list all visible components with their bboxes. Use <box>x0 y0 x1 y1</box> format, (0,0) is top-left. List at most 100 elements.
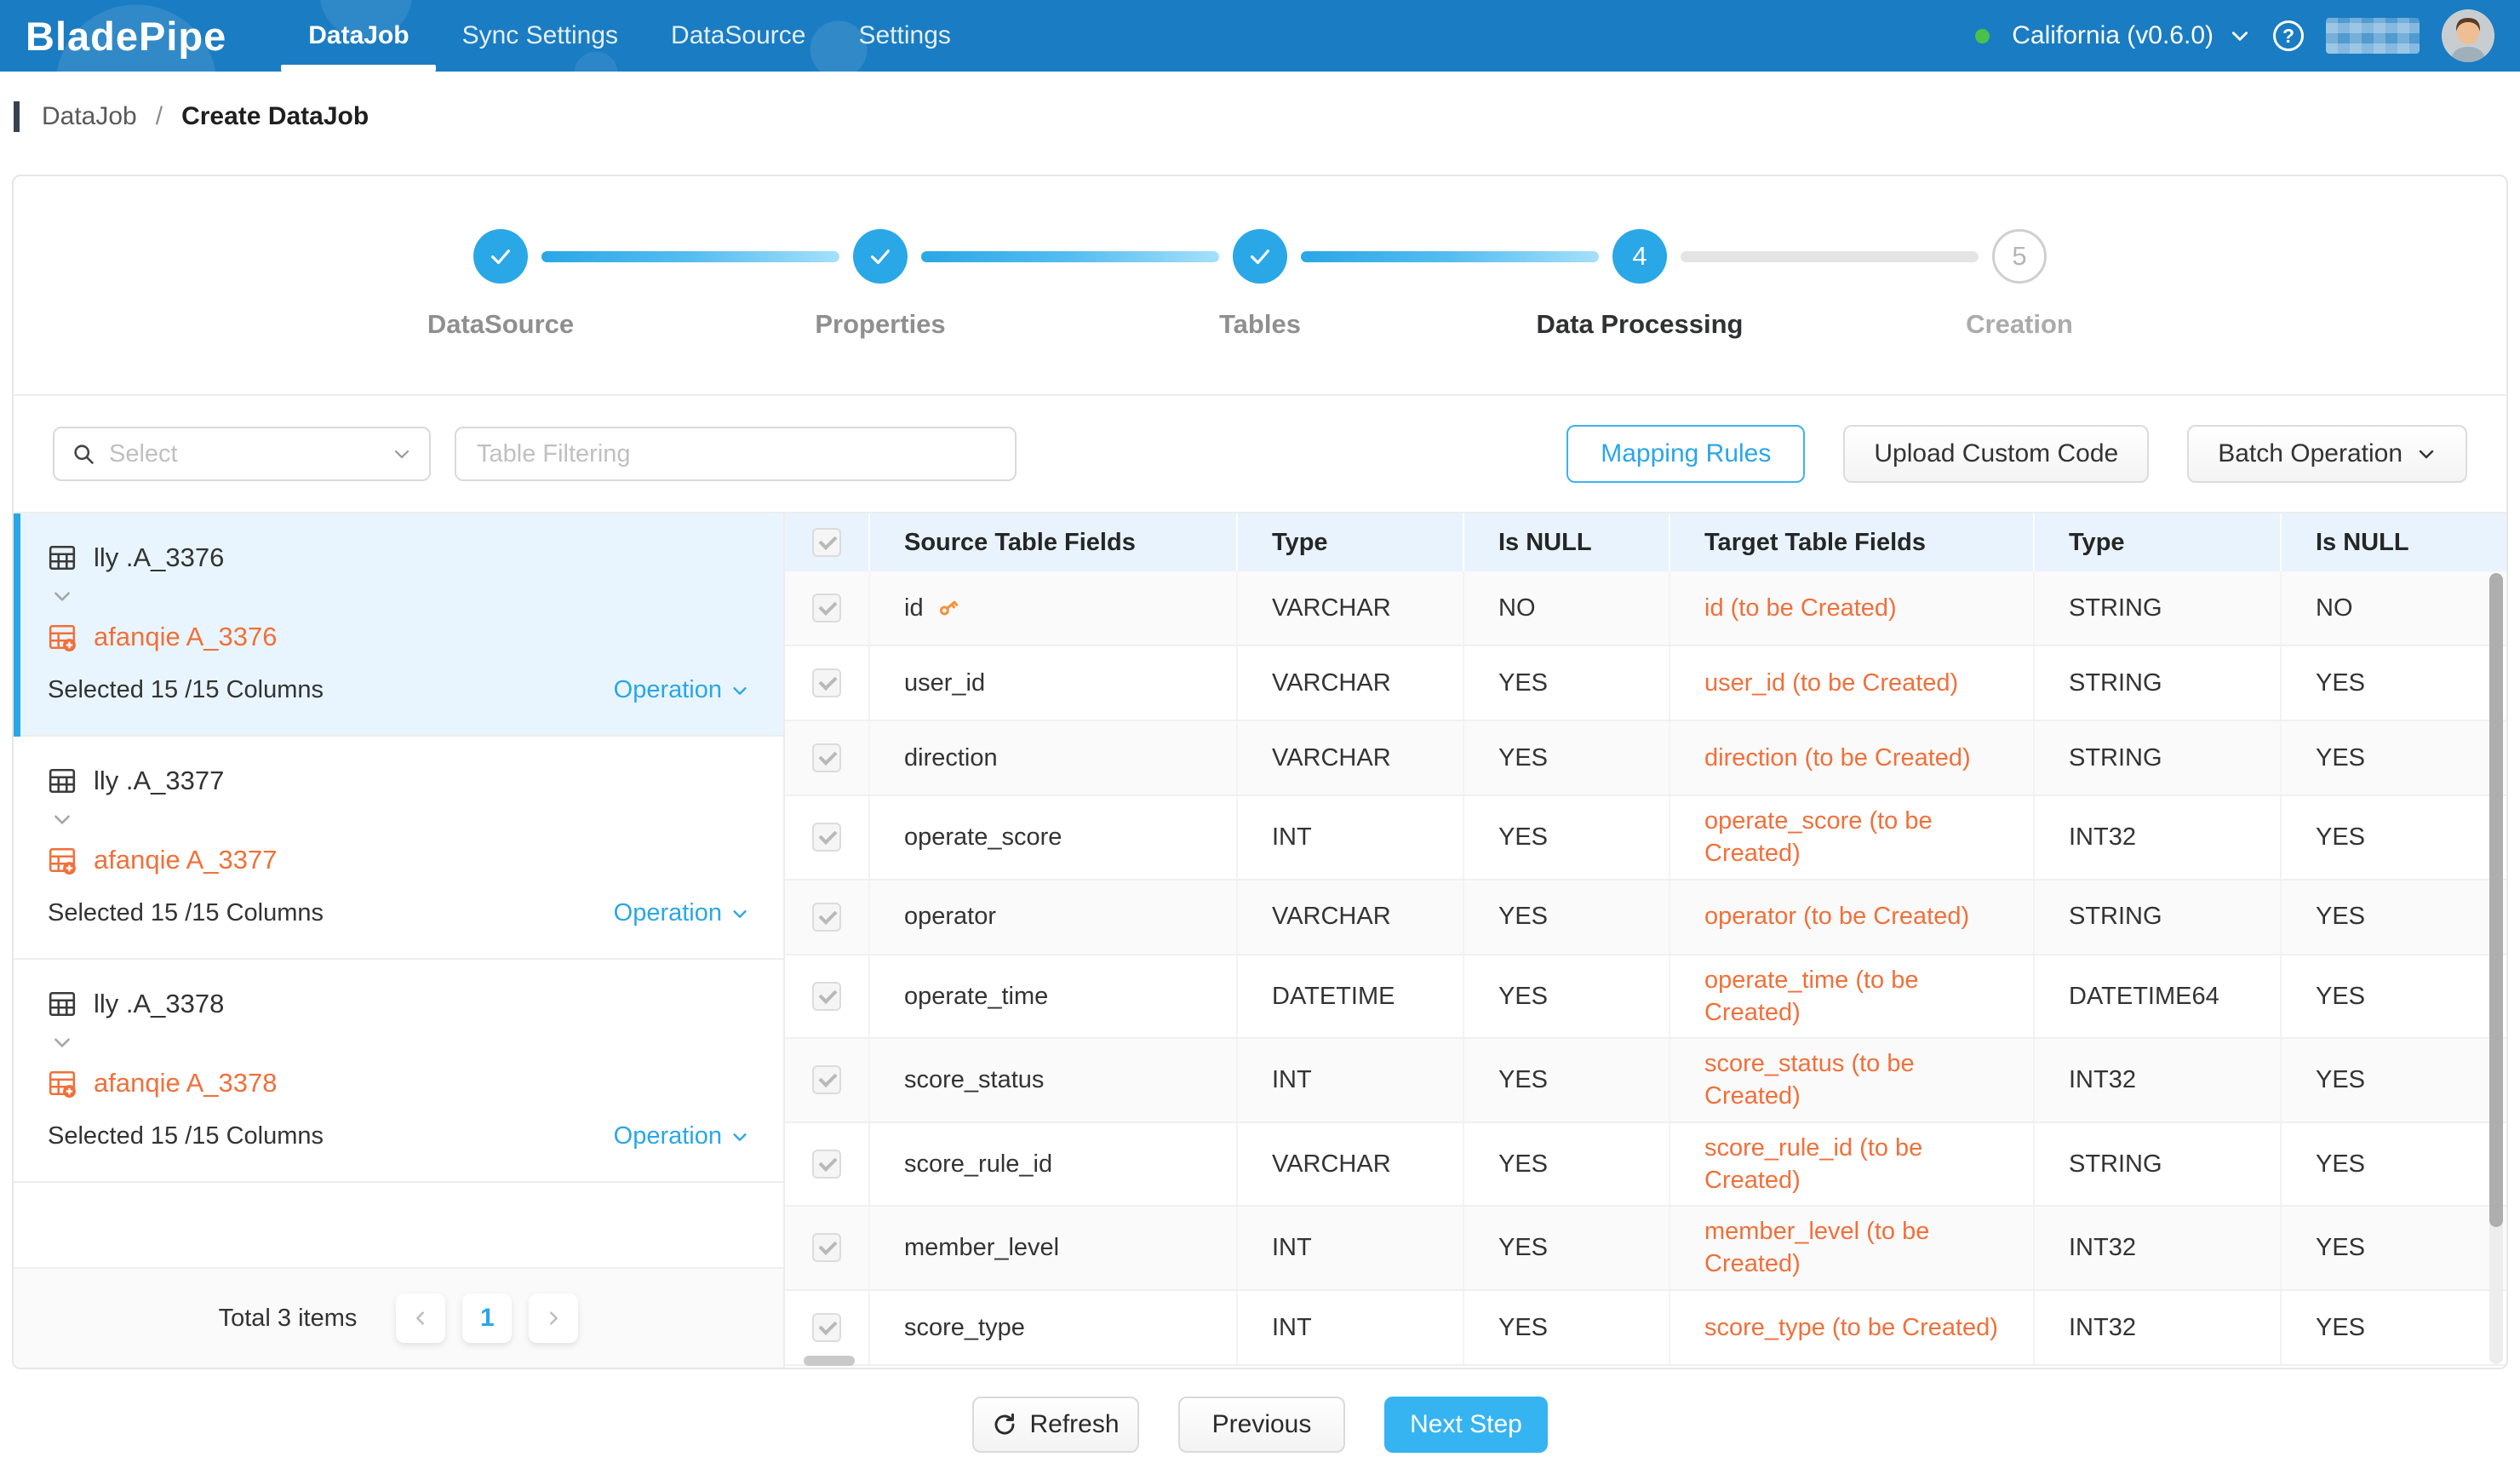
target-table-row: afanqie A_3376 <box>48 622 749 652</box>
row-checkbox[interactable] <box>812 1150 841 1179</box>
target-field-cell[interactable]: score_rule_id (to be Created) <box>1670 1123 2035 1206</box>
target-field-cell[interactable]: direction (to be Created) <box>1670 721 2035 794</box>
target-field-cell[interactable]: operator (to be Created) <box>1670 881 2035 954</box>
main-card: DataSource Properties Tables 4 Data Proc… <box>12 175 2508 1369</box>
source-field-cell: score_rule_id <box>870 1123 1238 1206</box>
table-list-sidebar: lly .A_3376 <box>14 513 785 1368</box>
row-checkbox[interactable] <box>812 1313 841 1342</box>
main-menu: DataJob Sync Settings DataSource Setting… <box>308 0 951 72</box>
source-isnull-cell: YES <box>1464 1207 1670 1289</box>
upload-custom-code-button[interactable]: Upload Custom Code <box>1843 425 2149 483</box>
table-row: score_type INT YES <box>785 1291 2506 1366</box>
pagination-prev-button[interactable] <box>396 1294 445 1343</box>
source-field-cell: operate_score <box>870 796 1238 879</box>
step-datasource: DataSource <box>473 229 528 284</box>
target-isnull-cell: YES <box>2282 1207 2506 1289</box>
row-checkbox-cell <box>785 1291 870 1364</box>
step-connector <box>921 251 1219 262</box>
nav-item-settings[interactable]: Settings <box>858 0 950 72</box>
region-selector[interactable]: California (v0.6.0) <box>2012 21 2251 50</box>
chevron-down-icon <box>51 808 73 830</box>
row-checkbox[interactable] <box>812 594 841 622</box>
map-direction-chevron[interactable] <box>51 808 749 835</box>
field-mapping-table: Source Table Fields Type Is NULL Target … <box>785 513 2506 1368</box>
row-checkbox[interactable] <box>812 982 841 1011</box>
target-isnull-cell: YES <box>2282 646 2506 720</box>
search-icon <box>72 442 95 466</box>
operation-dropdown[interactable]: Operation <box>614 899 749 927</box>
table-pair-item[interactable]: lly .A_3378 <box>14 960 783 1183</box>
select-all-checkbox[interactable] <box>812 528 841 557</box>
target-type-cell: INT32 <box>2035 1291 2282 1364</box>
step-number-circle: 4 <box>1612 229 1667 284</box>
next-step-button[interactable]: Next Step <box>1384 1397 1548 1453</box>
batch-operation-button[interactable]: Batch Operation <box>2187 425 2467 483</box>
target-field-cell[interactable]: id (to be Created) <box>1670 571 2035 645</box>
chevron-left-icon <box>411 1309 430 1328</box>
row-checkbox[interactable] <box>812 668 841 697</box>
source-type-cell: DATETIME <box>1238 955 1464 1038</box>
target-field-cell[interactable]: operate_time (to be Created) <box>1670 955 2035 1038</box>
step-creation: 5 Creation <box>1992 229 2047 284</box>
source-table-icon <box>48 766 77 795</box>
target-field-cell[interactable]: score_status (to be Created) <box>1670 1039 2035 1121</box>
step-check-circle <box>853 229 908 284</box>
source-table-icon <box>48 543 77 572</box>
nav-item-datasource[interactable]: DataSource <box>671 0 805 72</box>
refresh-button[interactable]: Refresh <box>972 1397 1139 1453</box>
help-icon[interactable]: ? <box>2273 20 2304 51</box>
row-checkbox[interactable] <box>812 823 841 852</box>
target-type-cell: INT32 <box>2035 796 2282 879</box>
horizontal-scrollbar-thumb[interactable] <box>804 1356 855 1366</box>
pagination-page-1[interactable]: 1 <box>462 1294 512 1343</box>
target-table-add-icon <box>48 1069 77 1098</box>
table-list: lly .A_3376 <box>14 513 783 1183</box>
mapping-rules-button[interactable]: Mapping Rules <box>1566 425 1805 483</box>
row-checkbox-cell <box>785 571 870 645</box>
map-direction-chevron[interactable] <box>51 585 749 611</box>
step-properties: Properties <box>853 229 908 284</box>
table-filter-input[interactable] <box>455 427 1017 481</box>
target-field-cell[interactable]: operate_score (to be Created) <box>1670 796 2035 879</box>
table-body: id VARCHAR NO <box>785 571 2506 1366</box>
map-direction-chevron[interactable] <box>51 1031 749 1058</box>
breadcrumb-parent[interactable]: DataJob <box>42 102 137 131</box>
table-row: score_rule_id VARCHAR Y <box>785 1123 2506 1208</box>
vertical-scrollbar-thumb[interactable] <box>2489 573 2503 1227</box>
previous-button[interactable]: Previous <box>1178 1397 1345 1453</box>
table-row: member_level INT YES <box>785 1207 2506 1291</box>
selected-columns-info: Selected 15 /15 Columns <box>48 899 324 927</box>
target-type-cell: STRING <box>2035 881 2282 954</box>
step-connector <box>1301 251 1599 262</box>
row-checkbox[interactable] <box>812 1065 841 1094</box>
avatar[interactable] <box>2442 9 2494 62</box>
row-checkbox[interactable] <box>812 903 841 932</box>
table-row: operate_score INT YES <box>785 796 2506 881</box>
target-field-cell[interactable]: score_type (to be Created) <box>1670 1291 2035 1364</box>
row-checkbox[interactable] <box>812 743 841 772</box>
row-checkbox-cell <box>785 1207 870 1289</box>
target-type-cell: STRING <box>2035 1123 2282 1206</box>
header-source-fields: Source Table Fields <box>870 513 1238 571</box>
wizard-stepper: DataSource Properties Tables 4 Data Proc… <box>14 176 2506 396</box>
source-field-cell: operator <box>870 881 1238 954</box>
target-table-add-icon <box>48 622 77 651</box>
select-dropdown[interactable]: Select <box>53 427 431 481</box>
target-field-cell[interactable]: member_level (to be Created) <box>1670 1207 2035 1289</box>
refresh-icon <box>992 1412 1017 1437</box>
target-field-cell[interactable]: user_id (to be Created) <box>1670 646 2035 720</box>
source-isnull-cell: YES <box>1464 721 1670 794</box>
operation-dropdown[interactable]: Operation <box>614 1122 749 1150</box>
target-isnull-cell: YES <box>2282 1039 2506 1121</box>
table-pair-item[interactable]: lly .A_3376 <box>14 513 783 737</box>
nav-item-datajob[interactable]: DataJob <box>308 0 409 72</box>
source-table-row: lly .A_3377 <box>48 766 749 796</box>
step-tables: Tables <box>1233 229 1287 284</box>
pagination-next-button[interactable] <box>529 1294 578 1343</box>
target-isnull-cell: YES <box>2282 1123 2506 1206</box>
operation-dropdown[interactable]: Operation <box>614 676 749 704</box>
nav-item-sync-settings[interactable]: Sync Settings <box>462 0 618 72</box>
row-checkbox[interactable] <box>812 1233 841 1262</box>
source-field-cell: operate_time <box>870 955 1238 1038</box>
table-pair-item[interactable]: lly .A_3377 <box>14 737 783 960</box>
